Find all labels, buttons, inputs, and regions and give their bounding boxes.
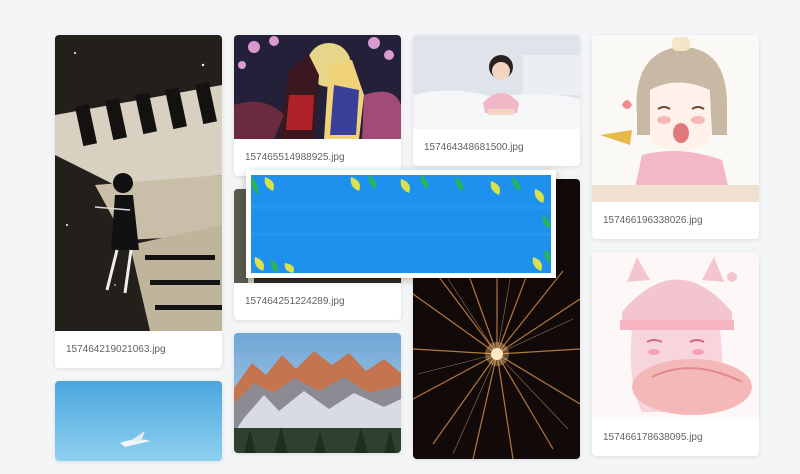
image-card[interactable] (234, 333, 401, 453)
image-thumbnail[interactable] (592, 35, 759, 202)
image-thumbnail[interactable] (234, 333, 401, 453)
image-filename: 157464219021063.jpg (66, 344, 166, 355)
image-filename: 157464251224289.jpg (245, 296, 345, 307)
image-card[interactable]: 157466178638095.jpg (592, 252, 759, 456)
image-thumbnail[interactable] (55, 35, 222, 331)
gallery-column-4: 157466196338026.jpg 157466178638095.jpg (592, 35, 759, 469)
image-thumbnail[interactable] (413, 35, 580, 129)
image-filename: 157466196338026.jpg (603, 215, 703, 226)
image-filename: 157464348681500.jpg (424, 142, 524, 153)
image-card[interactable]: 157464348681500.jpg (413, 35, 580, 166)
image-thumbnail[interactable] (592, 252, 759, 419)
gallery-column-1: 157464219021063.jpg (55, 35, 222, 474)
image-card[interactable]: 157465514988925.jpg (234, 35, 401, 176)
image-filename: 157466178638095.jpg (603, 432, 703, 443)
floating-banner[interactable] (246, 170, 556, 278)
image-card[interactable]: 157464219021063.jpg (55, 35, 222, 368)
image-card[interactable] (55, 381, 222, 461)
image-thumbnail[interactable] (55, 381, 222, 461)
banner-image[interactable] (251, 175, 551, 273)
image-thumbnail[interactable] (234, 35, 401, 139)
image-card[interactable]: 157466196338026.jpg (592, 35, 759, 239)
